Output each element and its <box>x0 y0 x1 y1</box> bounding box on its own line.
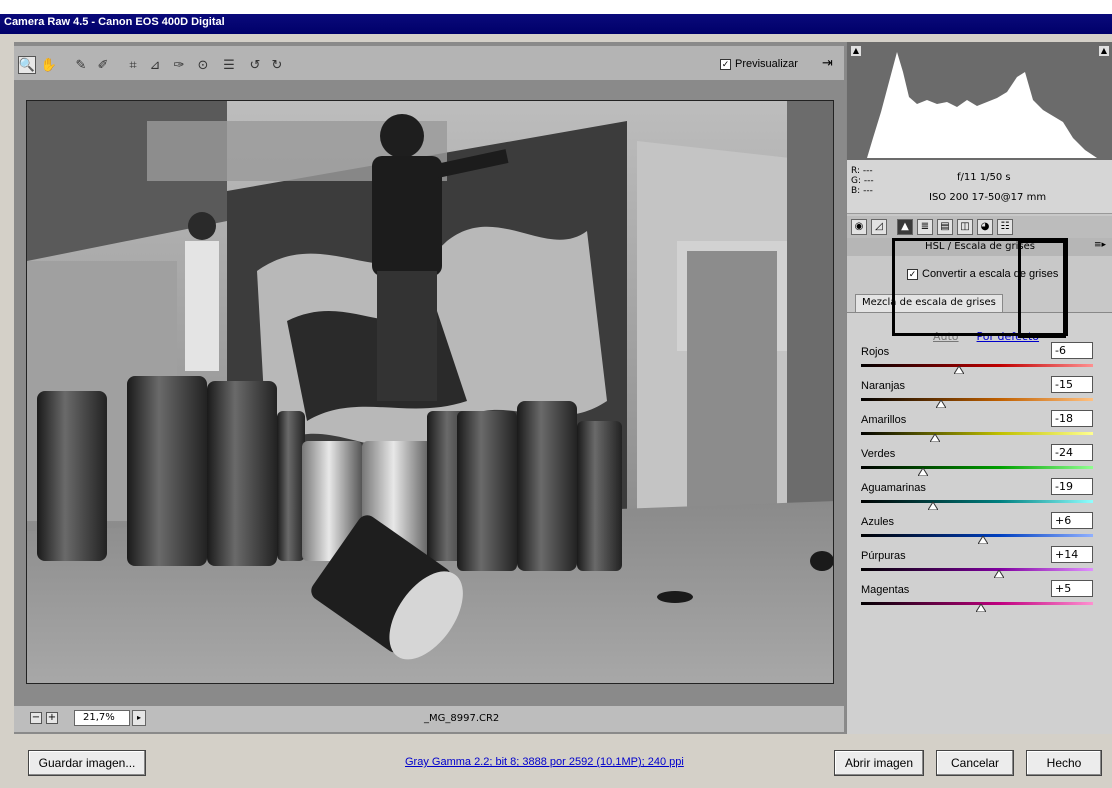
preview-label: Previsualizar <box>735 58 798 70</box>
slider-track[interactable] <box>861 398 1093 401</box>
open-image-button[interactable]: Abrir imagen <box>834 750 924 776</box>
slider-value-field[interactable]: -6 <box>1051 342 1093 359</box>
save-image-button[interactable]: Guardar imagen... <box>28 750 146 776</box>
slider-magentas: Magentas +5 <box>861 580 1101 614</box>
slider-track[interactable] <box>861 500 1093 503</box>
footer-bar: Guardar imagen... Gray Gamma 2.2; bit 8;… <box>0 742 1112 788</box>
histogram: ▲ ▲ <box>847 42 1112 160</box>
slider-amarillos: Amarillos -18 <box>861 410 1101 444</box>
slider-verdes: Verdes -24 <box>861 444 1101 478</box>
slider-thumb[interactable] <box>917 466 929 477</box>
eyedropper-icon[interactable]: ✎ <box>72 56 90 74</box>
tab-presets-icon[interactable]: ☷ <box>997 219 1013 235</box>
done-button[interactable]: Hecho <box>1026 750 1102 776</box>
slider-track[interactable] <box>861 534 1093 537</box>
tab-split-toning-icon[interactable]: ▤ <box>937 219 953 235</box>
zoom-icon[interactable]: 🔍 <box>18 56 36 74</box>
slider-track[interactable] <box>861 568 1093 571</box>
exif-aperture-shutter: f/11 1/50 s <box>957 172 1011 183</box>
tab-detail-icon[interactable]: ▲ <box>897 219 913 235</box>
slider-thumb[interactable] <box>927 500 939 511</box>
r-readout: R: --- <box>851 166 873 176</box>
workflow-options-link[interactable]: Gray Gamma 2.2; bit 8; 3888 por 2592 (10… <box>405 756 684 768</box>
tab-basic-icon[interactable]: ◉ <box>851 219 867 235</box>
slider-label: Aguamarinas <box>861 482 926 494</box>
slider-value-field[interactable]: -18 <box>1051 410 1093 427</box>
slider-púrpuras: Púrpuras +14 <box>861 546 1101 580</box>
slider-aguamarinas: Aguamarinas -19 <box>861 478 1101 512</box>
slider-track[interactable] <box>861 466 1093 469</box>
slider-thumb[interactable] <box>935 398 947 409</box>
slider-azules: Azules +6 <box>861 512 1101 546</box>
b-readout: B: --- <box>851 186 873 196</box>
slider-value-field[interactable]: +14 <box>1051 546 1093 563</box>
panel-tabs: ◉ ◿ ▲ ≣ ▤ ◫ ◕ ☷ <box>847 216 1112 238</box>
tab-hsl-icon[interactable]: ≣ <box>917 219 933 235</box>
hand-icon[interactable]: ✋ <box>40 56 58 74</box>
slider-thumb[interactable] <box>977 534 989 545</box>
slider-value-field[interactable]: +5 <box>1051 580 1093 597</box>
cancel-button[interactable]: Cancelar <box>936 750 1014 776</box>
tab-camera-calibration-icon[interactable]: ◕ <box>977 219 993 235</box>
straighten-icon[interactable]: ⊿ <box>146 56 164 74</box>
zoom-in-icon[interactable]: + <box>46 712 58 724</box>
highlight-box-left <box>892 238 1068 336</box>
rotate-ccw-icon[interactable]: ↺ <box>246 56 264 74</box>
camera-raw-window: Camera Raw 4.5 - Canon EOS 400D Digital … <box>0 0 1112 788</box>
g-readout: G: --- <box>851 176 874 186</box>
tab-tone-curve-icon[interactable]: ◿ <box>871 219 887 235</box>
main-frame: 🔍 ✋ ✎ ✐ ⌗ ⊿ ✑ ⊙ ☰ ↺ ↻ ✓ Previsualizar ⇥ <box>0 34 1112 788</box>
slider-thumb[interactable] <box>993 568 1005 579</box>
slider-thumb[interactable] <box>953 364 965 375</box>
image-preview[interactable] <box>26 100 834 684</box>
slider-track[interactable] <box>861 364 1093 367</box>
slider-label: Naranjas <box>861 380 906 392</box>
slider-value-field[interactable]: -19 <box>1051 478 1093 495</box>
fullscreen-icon[interactable]: ⇥ <box>822 56 838 72</box>
slider-label: Rojos <box>861 346 890 358</box>
preview-toggle[interactable]: ✓ Previsualizar <box>720 58 798 70</box>
zoom-menu-icon[interactable]: ▸ <box>132 710 146 726</box>
crop-icon[interactable]: ⌗ <box>124 56 142 74</box>
slider-thumb[interactable] <box>975 602 987 613</box>
window-title: Camera Raw 4.5 - Canon EOS 400D Digital <box>4 16 225 28</box>
list-icon[interactable]: ☰ <box>220 56 238 74</box>
slider-label: Amarillos <box>861 414 907 426</box>
rgb-readout: R: --- G: --- B: --- <box>851 166 874 196</box>
tab-lens-icon[interactable]: ◫ <box>957 219 973 235</box>
zoom-level-field[interactable]: 21,7% <box>74 710 130 726</box>
exif-info: R: --- G: --- B: --- f/11 1/50 s ISO 200… <box>847 160 1112 214</box>
window-titlebar: Camera Raw 4.5 - Canon EOS 400D Digital <box>0 0 1112 34</box>
exif-iso-lens: ISO 200 17-50@17 mm <box>929 192 1047 203</box>
redeye-icon[interactable]: ⊙ <box>194 56 212 74</box>
zoom-bar: − + 21,7% ▸ _MG_8997.CR2 <box>14 706 844 732</box>
slider-thumb[interactable] <box>929 432 941 443</box>
slider-label: Púrpuras <box>861 550 906 562</box>
panel-menu-icon[interactable]: ≡▸ <box>1094 240 1106 250</box>
file-name: _MG_8997.CR2 <box>424 713 500 724</box>
tool-bar: 🔍 ✋ ✎ ✐ ⌗ ⊿ ✑ ⊙ ☰ ↺ ↻ ✓ Previsualizar ⇥ <box>14 46 844 80</box>
preview-checkbox[interactable]: ✓ <box>720 58 731 70</box>
slider-value-field[interactable]: +6 <box>1051 512 1093 529</box>
slider-label: Magentas <box>861 584 910 596</box>
slider-value-field[interactable]: -24 <box>1051 444 1093 461</box>
slider-label: Verdes <box>861 448 896 460</box>
zoom-out-icon[interactable]: − <box>30 712 42 724</box>
slider-track[interactable] <box>861 432 1093 435</box>
slider-label: Azules <box>861 516 895 528</box>
adjustments-panel: ▲ ▲ R: --- G: --- B: --- f/11 1/50 s ISO… <box>846 42 1112 734</box>
slider-rojos: Rojos -6 <box>861 342 1101 376</box>
slider-value-field[interactable]: -15 <box>1051 376 1093 393</box>
slider-naranjas: Naranjas -15 <box>861 376 1101 410</box>
color-sampler-icon[interactable]: ✐ <box>94 56 112 74</box>
retouch-icon[interactable]: ✑ <box>170 56 188 74</box>
rotate-cw-icon[interactable]: ↻ <box>268 56 286 74</box>
